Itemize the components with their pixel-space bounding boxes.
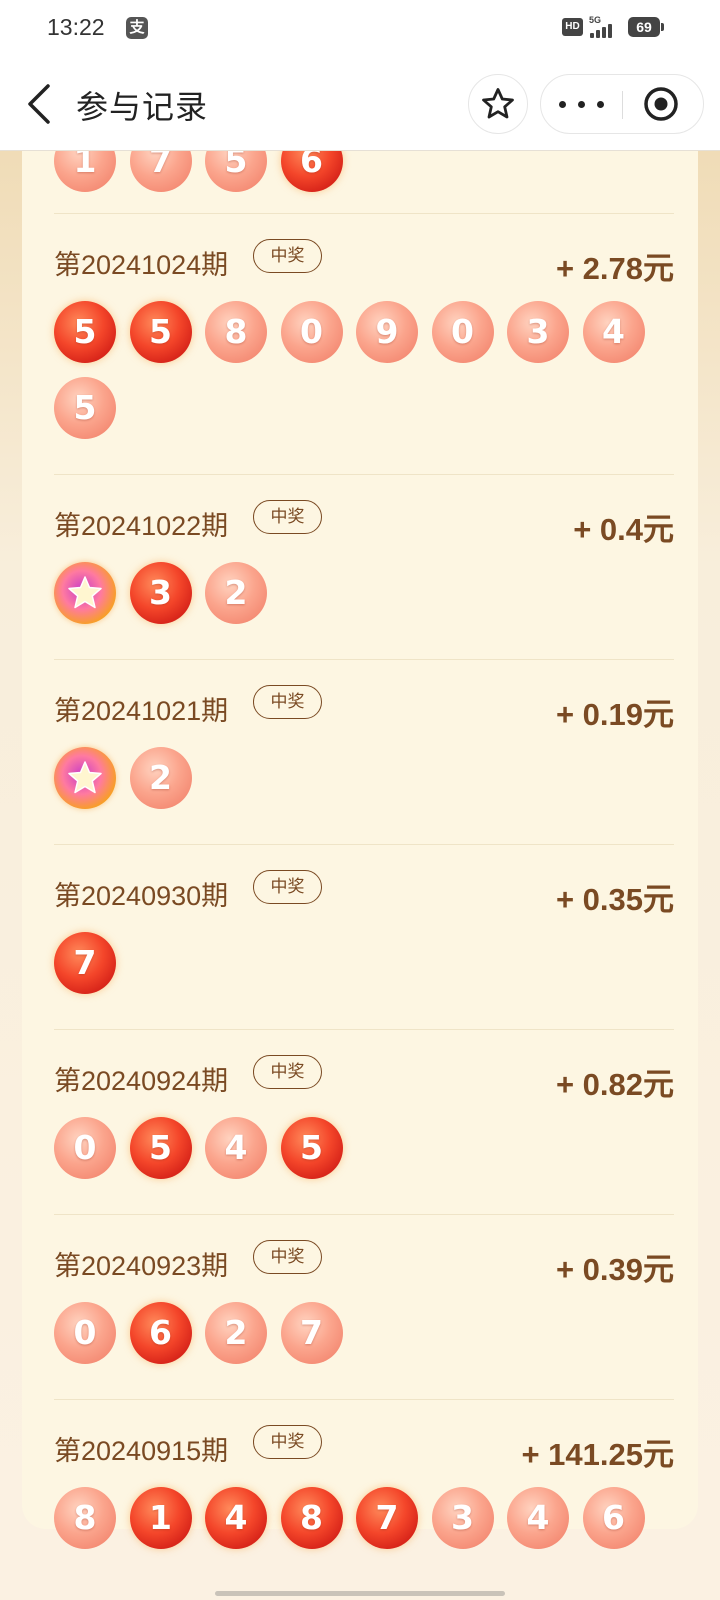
page-title: 参与记录	[76, 89, 209, 125]
prize-amount: + 0.35元	[555, 882, 674, 917]
number-ball: 5	[129, 1117, 192, 1179]
number-ball: 0	[54, 1302, 116, 1364]
winning-badge: 中奖	[253, 239, 322, 273]
period-number: 第20240915期	[54, 1436, 229, 1466]
record-item[interactable]: 第20240924期 中奖 + 0.82元 0 5 4 5	[54, 1029, 674, 1213]
number-ball: 4	[205, 1487, 267, 1549]
number-ball: 8	[280, 1487, 343, 1549]
number-ball: 8	[205, 301, 267, 363]
period-number: 第20241022期	[54, 511, 229, 541]
star-ball-icon	[54, 562, 116, 624]
number-ball: 5	[129, 301, 192, 363]
background-right-edge	[698, 151, 720, 1529]
status-bar: 13:22 支 HD 5G 69	[0, 0, 720, 56]
number-ball: 6	[129, 1302, 192, 1364]
record-item[interactable]: 第20241021期 中奖 + 0.19元 2	[54, 659, 674, 843]
back-button[interactable]	[22, 82, 62, 126]
number-ball: 5	[54, 377, 116, 439]
record-item[interactable]: 第20241024期 中奖 + 2.78元 5 5 8 0 9 0 3 4 5	[54, 213, 674, 473]
number-ball: 6	[582, 1487, 645, 1549]
target-icon	[644, 87, 678, 121]
prize-amount: + 141.25元	[521, 1437, 674, 1472]
chevron-left-icon	[28, 84, 50, 124]
number-ball: 1	[129, 1487, 192, 1549]
record-divider	[54, 659, 674, 660]
winning-badge: 中奖	[253, 500, 322, 534]
close-mini-program-button[interactable]	[623, 75, 703, 133]
prize-amount: + 0.39元	[555, 1252, 674, 1287]
period-number: 第20241024期	[54, 250, 229, 280]
background-left-edge	[0, 151, 22, 1529]
winning-badge: 中奖	[253, 870, 322, 904]
record-divider	[54, 844, 674, 845]
winning-badge: 中奖	[253, 1055, 322, 1089]
record-divider	[54, 1029, 674, 1030]
signal-icon	[590, 24, 622, 38]
winning-badge: 中奖	[253, 1240, 322, 1274]
battery-icon: 69	[628, 17, 664, 37]
home-indicator[interactable]	[215, 1591, 505, 1596]
number-ball: 0	[431, 301, 494, 363]
record-item[interactable]: 第20240930期 中奖 + 0.35元 7	[54, 844, 674, 1028]
hd-icon: HD	[562, 18, 583, 36]
star-ball-icon	[54, 747, 116, 809]
period-number: 第20240923期	[54, 1251, 229, 1281]
number-ball: 9	[356, 301, 418, 363]
period-number: 第20240924期	[54, 1066, 229, 1096]
winning-badge: 中奖	[253, 685, 322, 719]
number-ball: 0	[54, 1117, 116, 1179]
number-ball: 3	[129, 562, 192, 624]
record-item[interactable]: 第20240923期 中奖 + 0.39元 0 6 2 7	[54, 1214, 674, 1398]
number-ball: 5	[54, 301, 116, 363]
number-ball: 0	[280, 301, 343, 363]
number-ball: 4	[205, 1117, 267, 1179]
number-ball: 3	[431, 1487, 494, 1549]
record-divider	[54, 213, 674, 214]
number-ball: 2	[205, 562, 267, 624]
more-dot-icon	[578, 101, 585, 108]
prize-amount: + 0.19元	[555, 697, 674, 732]
mini-program-capsule	[540, 74, 704, 134]
number-ball: 8	[54, 1487, 116, 1549]
winning-badge: 中奖	[253, 1425, 322, 1459]
prize-amount: + 0.4元	[573, 512, 674, 547]
record-item[interactable]: 第20241022期 中奖 + 0.4元 3 2	[54, 474, 674, 658]
number-ball: 3	[507, 301, 569, 363]
number-ball: 7	[54, 932, 116, 994]
number-ball: 7	[356, 1487, 418, 1549]
record-divider	[54, 1214, 674, 1215]
more-dot-icon	[559, 101, 566, 108]
number-ball: 5	[280, 1117, 343, 1179]
more-dot-icon	[597, 101, 604, 108]
period-number: 第20240930期	[54, 881, 229, 911]
star-icon	[482, 88, 514, 119]
number-ball: 2	[205, 1302, 267, 1364]
alipay-notification-icon: 支	[126, 17, 148, 39]
favorite-button[interactable]	[468, 74, 528, 134]
number-ball: 2	[129, 747, 192, 809]
record-item[interactable]: 第20240915期 中奖 + 141.25元 8 1 4 8 7 3 4 6	[54, 1399, 674, 1583]
status-time: 13:22	[47, 14, 105, 40]
prize-amount: + 0.82元	[555, 1067, 674, 1102]
number-ball: 7	[280, 1302, 343, 1364]
prize-amount: + 2.78元	[555, 251, 674, 286]
nav-bar: 参与记录	[0, 56, 720, 151]
number-ball: 4	[507, 1487, 569, 1549]
period-number: 第20241021期	[54, 696, 229, 726]
number-ball: 4	[582, 301, 645, 363]
more-button[interactable]	[541, 75, 622, 133]
record-divider	[54, 474, 674, 475]
record-divider	[54, 1399, 674, 1400]
